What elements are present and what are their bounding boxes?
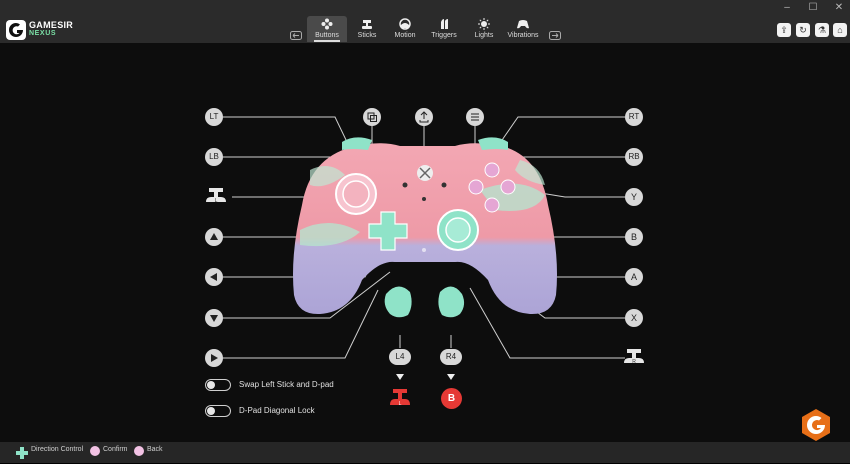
rb-mapping[interactable]: RB xyxy=(625,148,643,166)
footer-direction-control: Direction Control xyxy=(31,446,84,453)
red-joystick-icon: L xyxy=(390,389,410,407)
swap-stick-dpad-label: Swap Left Stick and D-pad xyxy=(239,380,334,389)
share-button[interactable] xyxy=(363,108,381,126)
upload-button[interactable] xyxy=(415,108,433,126)
controller-illustration xyxy=(293,137,557,318)
dpad-right-mapping[interactable] xyxy=(205,349,223,367)
dpad-diagonal-lock-label: D-Pad Diagonal Lock xyxy=(239,406,315,415)
left-stick-mapping[interactable]: L xyxy=(205,187,227,205)
y-mapping[interactable]: Y xyxy=(625,188,643,206)
share-icon xyxy=(367,112,377,122)
a-mapping[interactable]: A xyxy=(625,268,643,286)
svg-text:L: L xyxy=(215,198,218,204)
x-mapping[interactable]: X xyxy=(625,309,643,327)
dpad-up-mapping[interactable] xyxy=(205,228,223,246)
menu-icon xyxy=(471,113,479,121)
gamesir-watermark-icon xyxy=(798,407,834,443)
svg-text:L: L xyxy=(399,401,402,407)
arrow-up-icon xyxy=(210,233,218,240)
arrow-left-icon xyxy=(210,273,217,281)
dpad-left-mapping[interactable] xyxy=(205,268,223,286)
back-button-icon xyxy=(134,446,144,456)
r4-assigned-button[interactable]: B xyxy=(441,388,462,409)
rt-mapping[interactable]: RT xyxy=(625,108,643,126)
dpad-diagonal-lock-toggle[interactable] xyxy=(205,405,231,417)
dpad-icon xyxy=(16,446,28,459)
footer-back: Back xyxy=(147,446,163,453)
toggle-knob xyxy=(207,407,215,415)
controller-diagram xyxy=(223,116,625,359)
right-stick-mapping[interactable]: R xyxy=(623,348,645,366)
r4-mapping[interactable]: R4 xyxy=(440,349,462,365)
arrow-down-icon xyxy=(210,315,218,322)
swap-stick-dpad-toggle[interactable] xyxy=(205,379,231,391)
r4-arrow-icon xyxy=(447,374,455,380)
arrow-right-icon xyxy=(211,354,218,362)
l4-assigned-joystick[interactable]: L xyxy=(389,388,411,408)
svg-text:R: R xyxy=(632,359,636,365)
lt-mapping[interactable]: LT xyxy=(205,108,223,126)
toggle-knob xyxy=(207,381,215,389)
dpad-down-mapping[interactable] xyxy=(205,309,223,327)
footer-confirm: Confirm xyxy=(103,446,128,453)
b-mapping[interactable]: B xyxy=(625,228,643,246)
joystick-icon: L xyxy=(206,188,226,204)
l4-arrow-icon xyxy=(396,374,404,380)
l4-mapping[interactable]: L4 xyxy=(389,349,411,365)
joystick-icon: R xyxy=(624,349,644,365)
confirm-button-icon xyxy=(90,446,100,456)
upload-arrow-icon xyxy=(419,111,429,123)
menu-button[interactable] xyxy=(466,108,484,126)
lb-mapping[interactable]: LB xyxy=(205,148,223,166)
